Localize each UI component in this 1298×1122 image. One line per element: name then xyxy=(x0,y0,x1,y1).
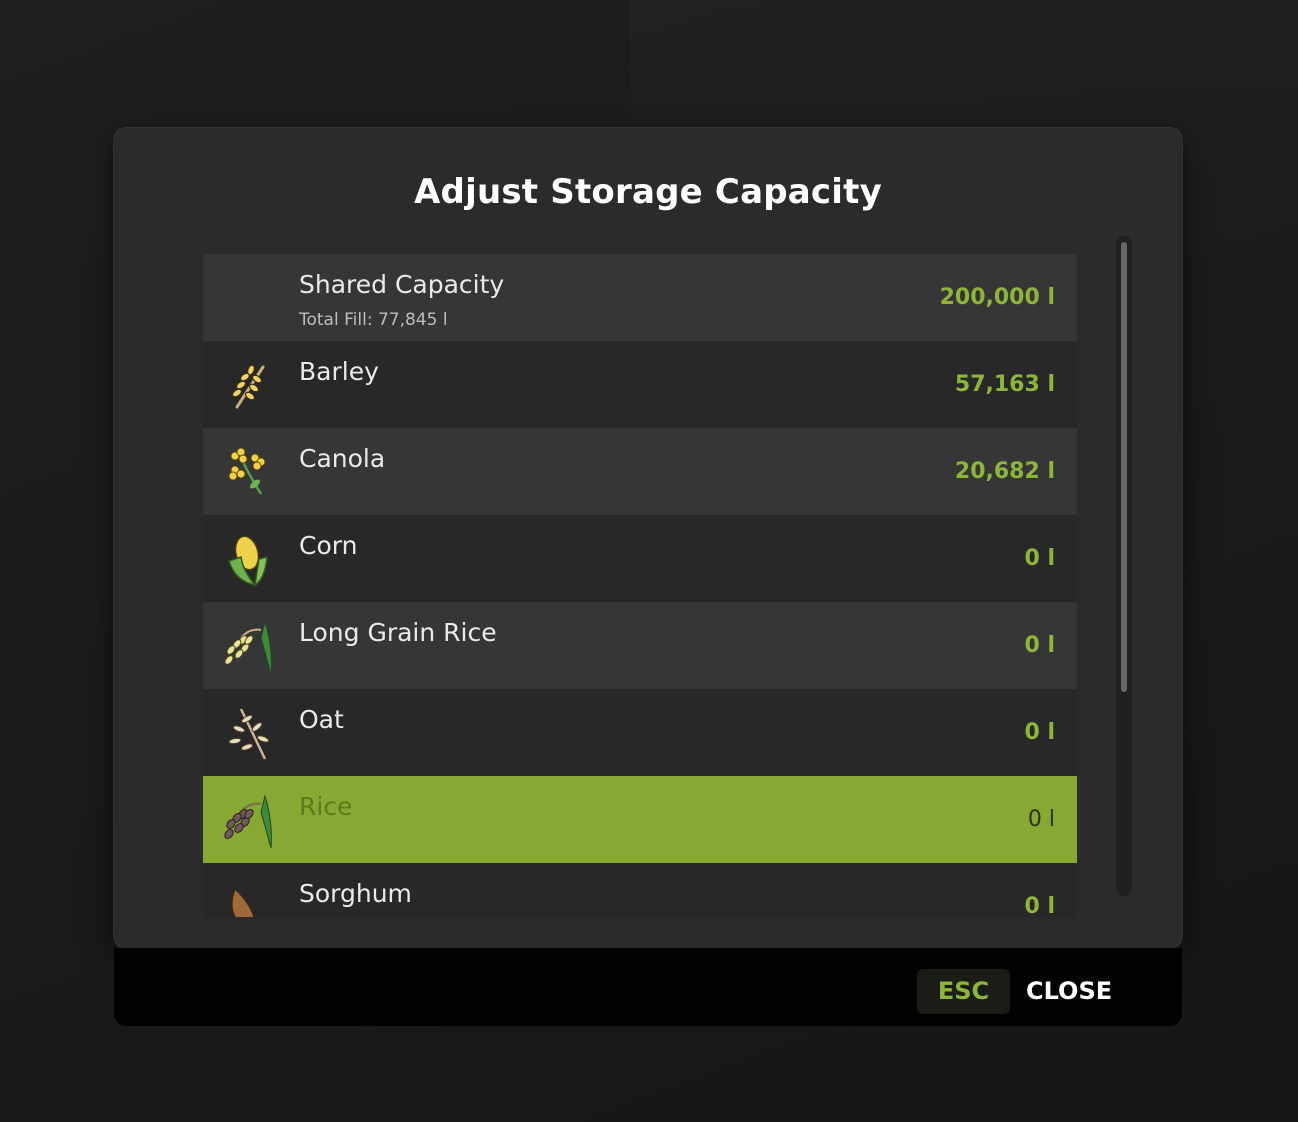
list-item-corn[interactable]: Corn 0 l xyxy=(203,515,1077,602)
scrollbar-thumb[interactable] xyxy=(1121,242,1127,692)
list-item-shared-capacity[interactable]: Shared Capacity Total Fill: 77,845 l 200… xyxy=(203,254,1077,341)
fill-type-list: Shared Capacity Total Fill: 77,845 l 200… xyxy=(203,254,1077,917)
item-value: 0 l xyxy=(1024,633,1055,658)
long-grain-rice-icon xyxy=(224,620,272,675)
storage-capacity-dialog: Adjust Storage Capacity Shared Capacity … xyxy=(114,128,1182,948)
list-scrollbar[interactable] xyxy=(1116,236,1132,896)
oat-icon xyxy=(228,708,270,760)
item-total-fill: Total Fill: 77,845 l xyxy=(299,310,448,330)
list-item-rice[interactable]: Rice 0 l xyxy=(203,776,1077,863)
item-name: Long Grain Rice xyxy=(299,618,497,647)
item-value: 0 l xyxy=(1024,546,1055,571)
barley-icon xyxy=(231,364,265,409)
list-item-canola[interactable]: Canola 20,682 l xyxy=(203,428,1077,515)
sorghum-icon xyxy=(231,887,256,917)
item-name: Corn xyxy=(299,531,358,560)
item-value: 57,163 l xyxy=(954,372,1055,397)
corn-icon xyxy=(228,535,268,587)
item-value: 200,000 l xyxy=(939,285,1055,310)
list-item-sorghum[interactable]: Sorghum 0 l xyxy=(203,863,1077,917)
item-name: Sorghum xyxy=(299,879,412,908)
rice-icon xyxy=(224,794,272,849)
list-item-oat[interactable]: Oat 0 l xyxy=(203,689,1077,776)
item-value: 20,682 l xyxy=(954,459,1055,484)
item-value: 0 l xyxy=(1024,894,1055,917)
item-name: Shared Capacity xyxy=(299,270,505,299)
close-button[interactable]: CLOSE xyxy=(1026,969,1112,1014)
item-name: Oat xyxy=(299,705,344,734)
dialog-title: Adjust Storage Capacity xyxy=(414,172,882,212)
item-name: Barley xyxy=(299,357,379,386)
canola-icon xyxy=(228,447,266,495)
list-item-barley[interactable]: Barley 57,163 l xyxy=(203,341,1077,428)
dialog-footer: ESC CLOSE xyxy=(114,948,1182,1026)
item-value: 0 l xyxy=(1024,720,1055,745)
item-name: Rice xyxy=(299,792,353,821)
esc-key-button[interactable]: ESC xyxy=(917,969,1010,1014)
list-item-long-grain-rice[interactable]: Long Grain Rice 0 l xyxy=(203,602,1077,689)
item-value: 0 l xyxy=(1027,807,1055,832)
item-name: Canola xyxy=(299,444,386,473)
